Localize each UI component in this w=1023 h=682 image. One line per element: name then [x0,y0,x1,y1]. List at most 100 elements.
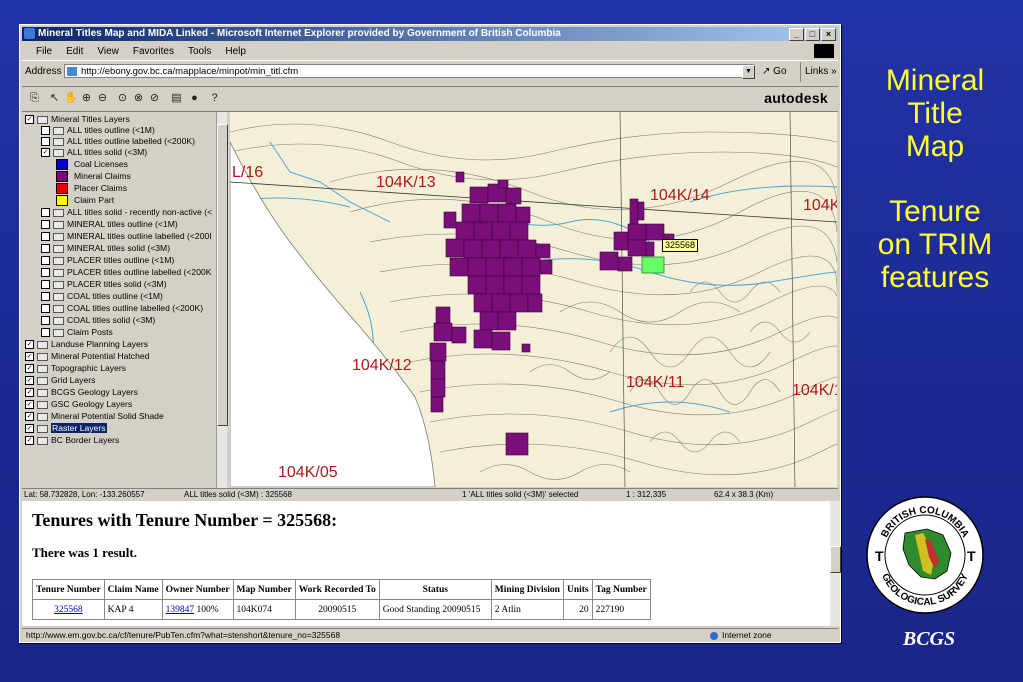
layer-label: Topographic Layers [51,363,127,373]
maximize-button[interactable]: □ [805,28,820,41]
layer-group-row[interactable]: ✓ GSC Geology Layers [25,399,132,410]
pan-hand-icon[interactable]: ✋ [64,92,78,105]
layer-row[interactable]: PLACER titles outline (<1M) [41,255,174,266]
layer-row[interactable]: COAL titles outline (<1M) [41,291,163,302]
checkbox[interactable] [41,244,50,254]
layer-row[interactable]: ✓ ALL titles solid (<3M) [41,147,147,158]
layer-label: ALL titles solid - recently non-active (… [67,207,213,217]
minimize-button[interactable]: _ [789,28,804,41]
layer-icon [53,220,64,229]
menu-edit[interactable]: Edit [66,43,83,60]
map-view[interactable]: L/16 104K/13 104K/14 104K/ 104K/12 104K/… [230,112,837,487]
checkbox[interactable] [41,316,50,326]
layer-group-row[interactable]: ✓ Raster Layers [25,423,107,434]
layer-group-row[interactable]: ✓ Topographic Layers [25,363,126,374]
layer-row[interactable]: ✓ Mineral Titles Layers [25,114,130,125]
checkbox[interactable] [41,328,50,338]
layer-row[interactable]: MINERAL titles outline (<1M) [41,219,178,230]
checkbox[interactable] [41,280,50,290]
print-icon[interactable]: ▤ [170,92,183,105]
checkbox[interactable] [41,137,50,147]
legend-swatch [56,171,68,183]
close-button[interactable]: × [821,28,836,41]
layer-row[interactable]: PLACER titles outline labelled (<200K [41,267,212,278]
layer-label: Grid Layers [51,375,96,385]
zoom-in-icon[interactable]: ⊕ [80,92,93,105]
results-scrollbar[interactable] [830,501,841,626]
layer-icon [53,148,64,157]
select-arrow-icon[interactable]: ↖ [48,92,61,105]
menu-favorites[interactable]: Favorites [133,43,174,60]
menu-view[interactable]: View [97,43,119,60]
address-dropdown-icon[interactable]: ▼ [742,65,755,79]
checkbox[interactable] [41,304,50,314]
side-line: Map [905,130,965,163]
address-input[interactable]: http://ebony.gov.bc.ca/mapplace/minpot/m… [64,64,754,78]
zoom-out-icon[interactable]: ⊖ [96,92,109,105]
checkbox[interactable] [41,292,50,302]
layer-group-row[interactable]: ✓ Landuse Planning Layers [25,339,148,350]
layer-label: BCGS Geology Layers [51,387,138,397]
checkbox[interactable] [41,256,50,266]
column-header: Status [378,579,492,600]
checkbox[interactable] [41,208,50,218]
layer-row[interactable]: Claim Posts [41,327,113,338]
layer-row[interactable]: COAL titles outline labelled (<200K) [41,303,203,314]
checkbox[interactable]: ✓ [25,424,34,434]
layer-label: ALL titles outline (<1M) [67,125,155,135]
menu-file[interactable]: File [36,43,52,60]
zoom-width-icon[interactable]: ⊗ [132,92,145,105]
checkbox[interactable] [41,232,50,242]
copy-icon[interactable]: ⎘ [28,92,41,105]
svg-text:T: T [875,548,884,564]
selected-claim-tag[interactable]: 325568 [662,239,699,252]
checkbox[interactable]: ✓ [25,412,34,422]
layer-label: MINERAL titles outline (<1M) [67,219,178,229]
layer-group-row[interactable]: ✓ Mineral Potential Hatched [25,351,149,362]
checkbox[interactable]: ✓ [25,400,34,410]
layer-group-row[interactable]: ✓ Mineral Potential Solid Shade [25,411,164,422]
zoom-previous-icon[interactable]: ⊙ [116,92,129,105]
layer-label: MINERAL titles outline labelled (<200I [67,231,212,241]
menu-help[interactable]: Help [225,43,246,60]
checkbox[interactable]: ✓ [25,376,34,386]
stop-icon[interactable]: ● [188,92,201,105]
zoom-selected-icon[interactable]: ⊘ [148,92,161,105]
checkbox[interactable] [41,268,50,278]
go-label: Go [773,66,787,77]
column-header: Owner Number [161,579,234,600]
layer-panel-scrollbar[interactable] [216,112,228,490]
links-button[interactable]: Links » [800,62,837,82]
layer-group-row[interactable]: ✓ Grid Layers [25,375,95,386]
layer-row[interactable]: MINERAL titles outline labelled (<200I [41,231,212,242]
scrollbar-thumb[interactable] [217,124,228,426]
checkbox[interactable]: ✓ [25,436,34,446]
help-icon[interactable]: ? [208,92,221,105]
checkbox[interactable]: ✓ [25,340,34,350]
owner-number-link[interactable]: 139847 [166,605,195,615]
layer-row[interactable]: COAL titles solid (<3M) [41,315,155,326]
checkbox[interactable]: ✓ [41,148,50,158]
layer-row[interactable]: ALL titles outline (<1M) [41,125,155,136]
scale-readout: 1 : 312,335 [626,490,667,499]
layer-row[interactable]: ALL titles outline labelled (<200K) [41,136,195,147]
checkbox[interactable] [41,126,50,136]
checkbox[interactable]: ✓ [25,115,34,125]
layer-row[interactable]: PLACER titles solid (<3M) [41,279,167,290]
layer-group-row[interactable]: ✓ BC Border Layers [25,435,119,446]
layer-label: Claim Posts [67,327,113,337]
layer-label: PLACER titles solid (<3M) [67,279,167,289]
window-controls: _ □ × [789,28,836,41]
scrollbar-thumb[interactable] [830,546,841,573]
go-button[interactable]: ↗ Go [762,62,787,82]
layer-row[interactable]: MINERAL titles solid (<3M) [41,243,170,254]
layer-row[interactable]: ALL titles solid - recently non-active (… [41,207,212,218]
checkbox[interactable] [41,220,50,230]
checkbox[interactable]: ✓ [25,364,34,374]
checkbox[interactable]: ✓ [25,352,34,362]
menu-tools[interactable]: Tools [188,43,211,60]
layer-group-row[interactable]: ✓ BCGS Geology Layers [25,387,138,398]
cell-tag-number: 227190 [591,599,651,620]
checkbox[interactable]: ✓ [25,388,34,398]
tenure-number-link[interactable]: 325568 [54,605,83,615]
